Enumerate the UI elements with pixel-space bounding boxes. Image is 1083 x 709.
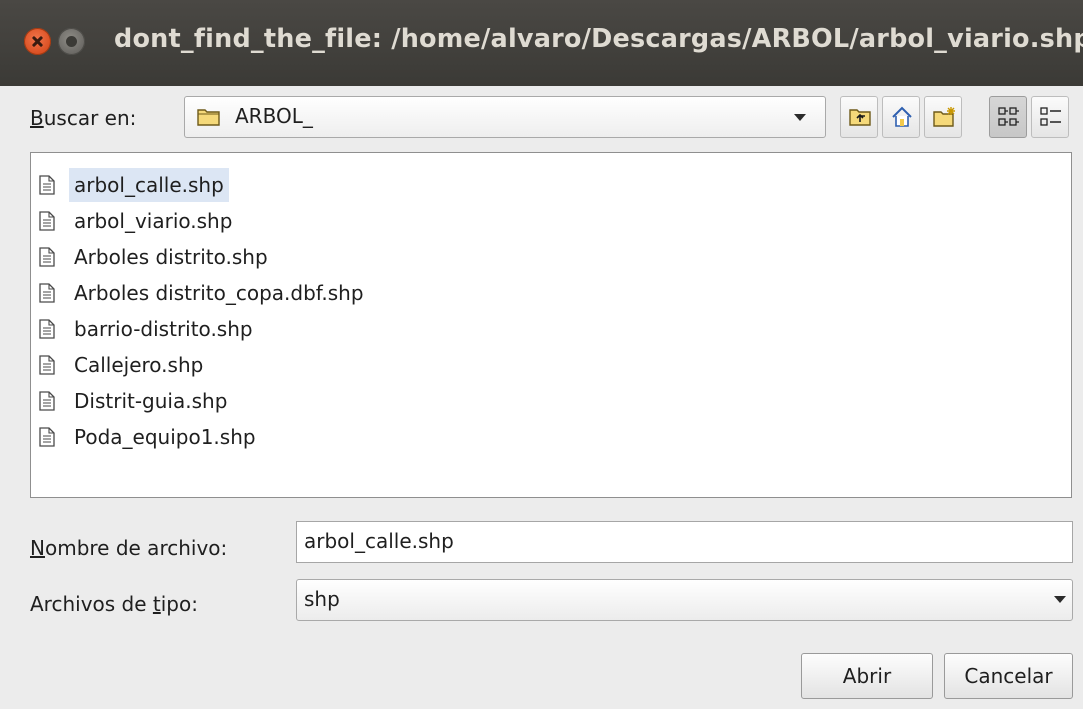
- file-icon: [39, 427, 55, 447]
- cancel-button[interactable]: Cancelar: [944, 653, 1073, 699]
- file-name: Arboles distrito.shp: [74, 245, 268, 269]
- minimize-window-icon[interactable]: [58, 28, 85, 55]
- filetype-label: Archivos de tipo:: [30, 592, 198, 616]
- open-button[interactable]: Abrir: [801, 653, 933, 699]
- folder-icon: [197, 109, 220, 126]
- chevron-down-icon: [794, 114, 806, 121]
- close-window-icon[interactable]: [24, 28, 51, 55]
- filetype-value: shp: [304, 587, 340, 611]
- file-name: arbol_calle.shp: [69, 168, 229, 202]
- filetype-select[interactable]: shp: [296, 579, 1073, 621]
- details-view-icon: [1040, 107, 1061, 126]
- file-name: Callejero.shp: [74, 353, 204, 377]
- file-name: Arboles distrito_copa.dbf.shp: [74, 281, 364, 305]
- new-folder-icon: [933, 107, 955, 127]
- title-bar: dont_find_the_file: /home/alvaro/Descarg…: [0, 0, 1083, 86]
- file-icon: [39, 391, 55, 411]
- file-name: Distrit-guia.shp: [74, 389, 228, 413]
- file-icon: [39, 211, 55, 231]
- list-view-button[interactable]: [989, 96, 1027, 138]
- look-in-label: Buscar en:: [30, 106, 137, 130]
- file-list[interactable]: arbol_calle.shp arbol_viario.shp Arboles d…: [30, 152, 1072, 498]
- file-icon: [39, 355, 55, 375]
- look-in-combo[interactable]: ARBOL_: [184, 96, 826, 138]
- details-view-button[interactable]: [1031, 96, 1069, 138]
- file-icon: [39, 247, 55, 267]
- file-icon: [39, 319, 55, 339]
- file-icon: [39, 283, 55, 303]
- file-name: barrio-distrito.shp: [74, 317, 253, 341]
- up-folder-button[interactable]: [840, 96, 878, 138]
- up-folder-icon: [849, 109, 871, 126]
- file-name: arbol_viario.shp: [74, 209, 233, 233]
- current-folder-name: ARBOL_: [235, 104, 313, 128]
- filename-value: arbol_calle.shp: [304, 529, 454, 553]
- chevron-down-icon: [1054, 596, 1066, 603]
- filename-label: Nombre de archivo:: [30, 536, 228, 560]
- file-icon: [39, 175, 55, 195]
- filename-input[interactable]: arbol_calle.shp: [296, 521, 1073, 563]
- home-button[interactable]: [882, 96, 920, 138]
- file-name: Poda_equipo1.shp: [74, 425, 256, 449]
- list-view-icon: [998, 107, 1019, 126]
- new-folder-button[interactable]: [924, 96, 962, 138]
- window-title: dont_find_the_file: /home/alvaro/Descarg…: [114, 24, 1083, 54]
- home-icon: [892, 106, 912, 127]
